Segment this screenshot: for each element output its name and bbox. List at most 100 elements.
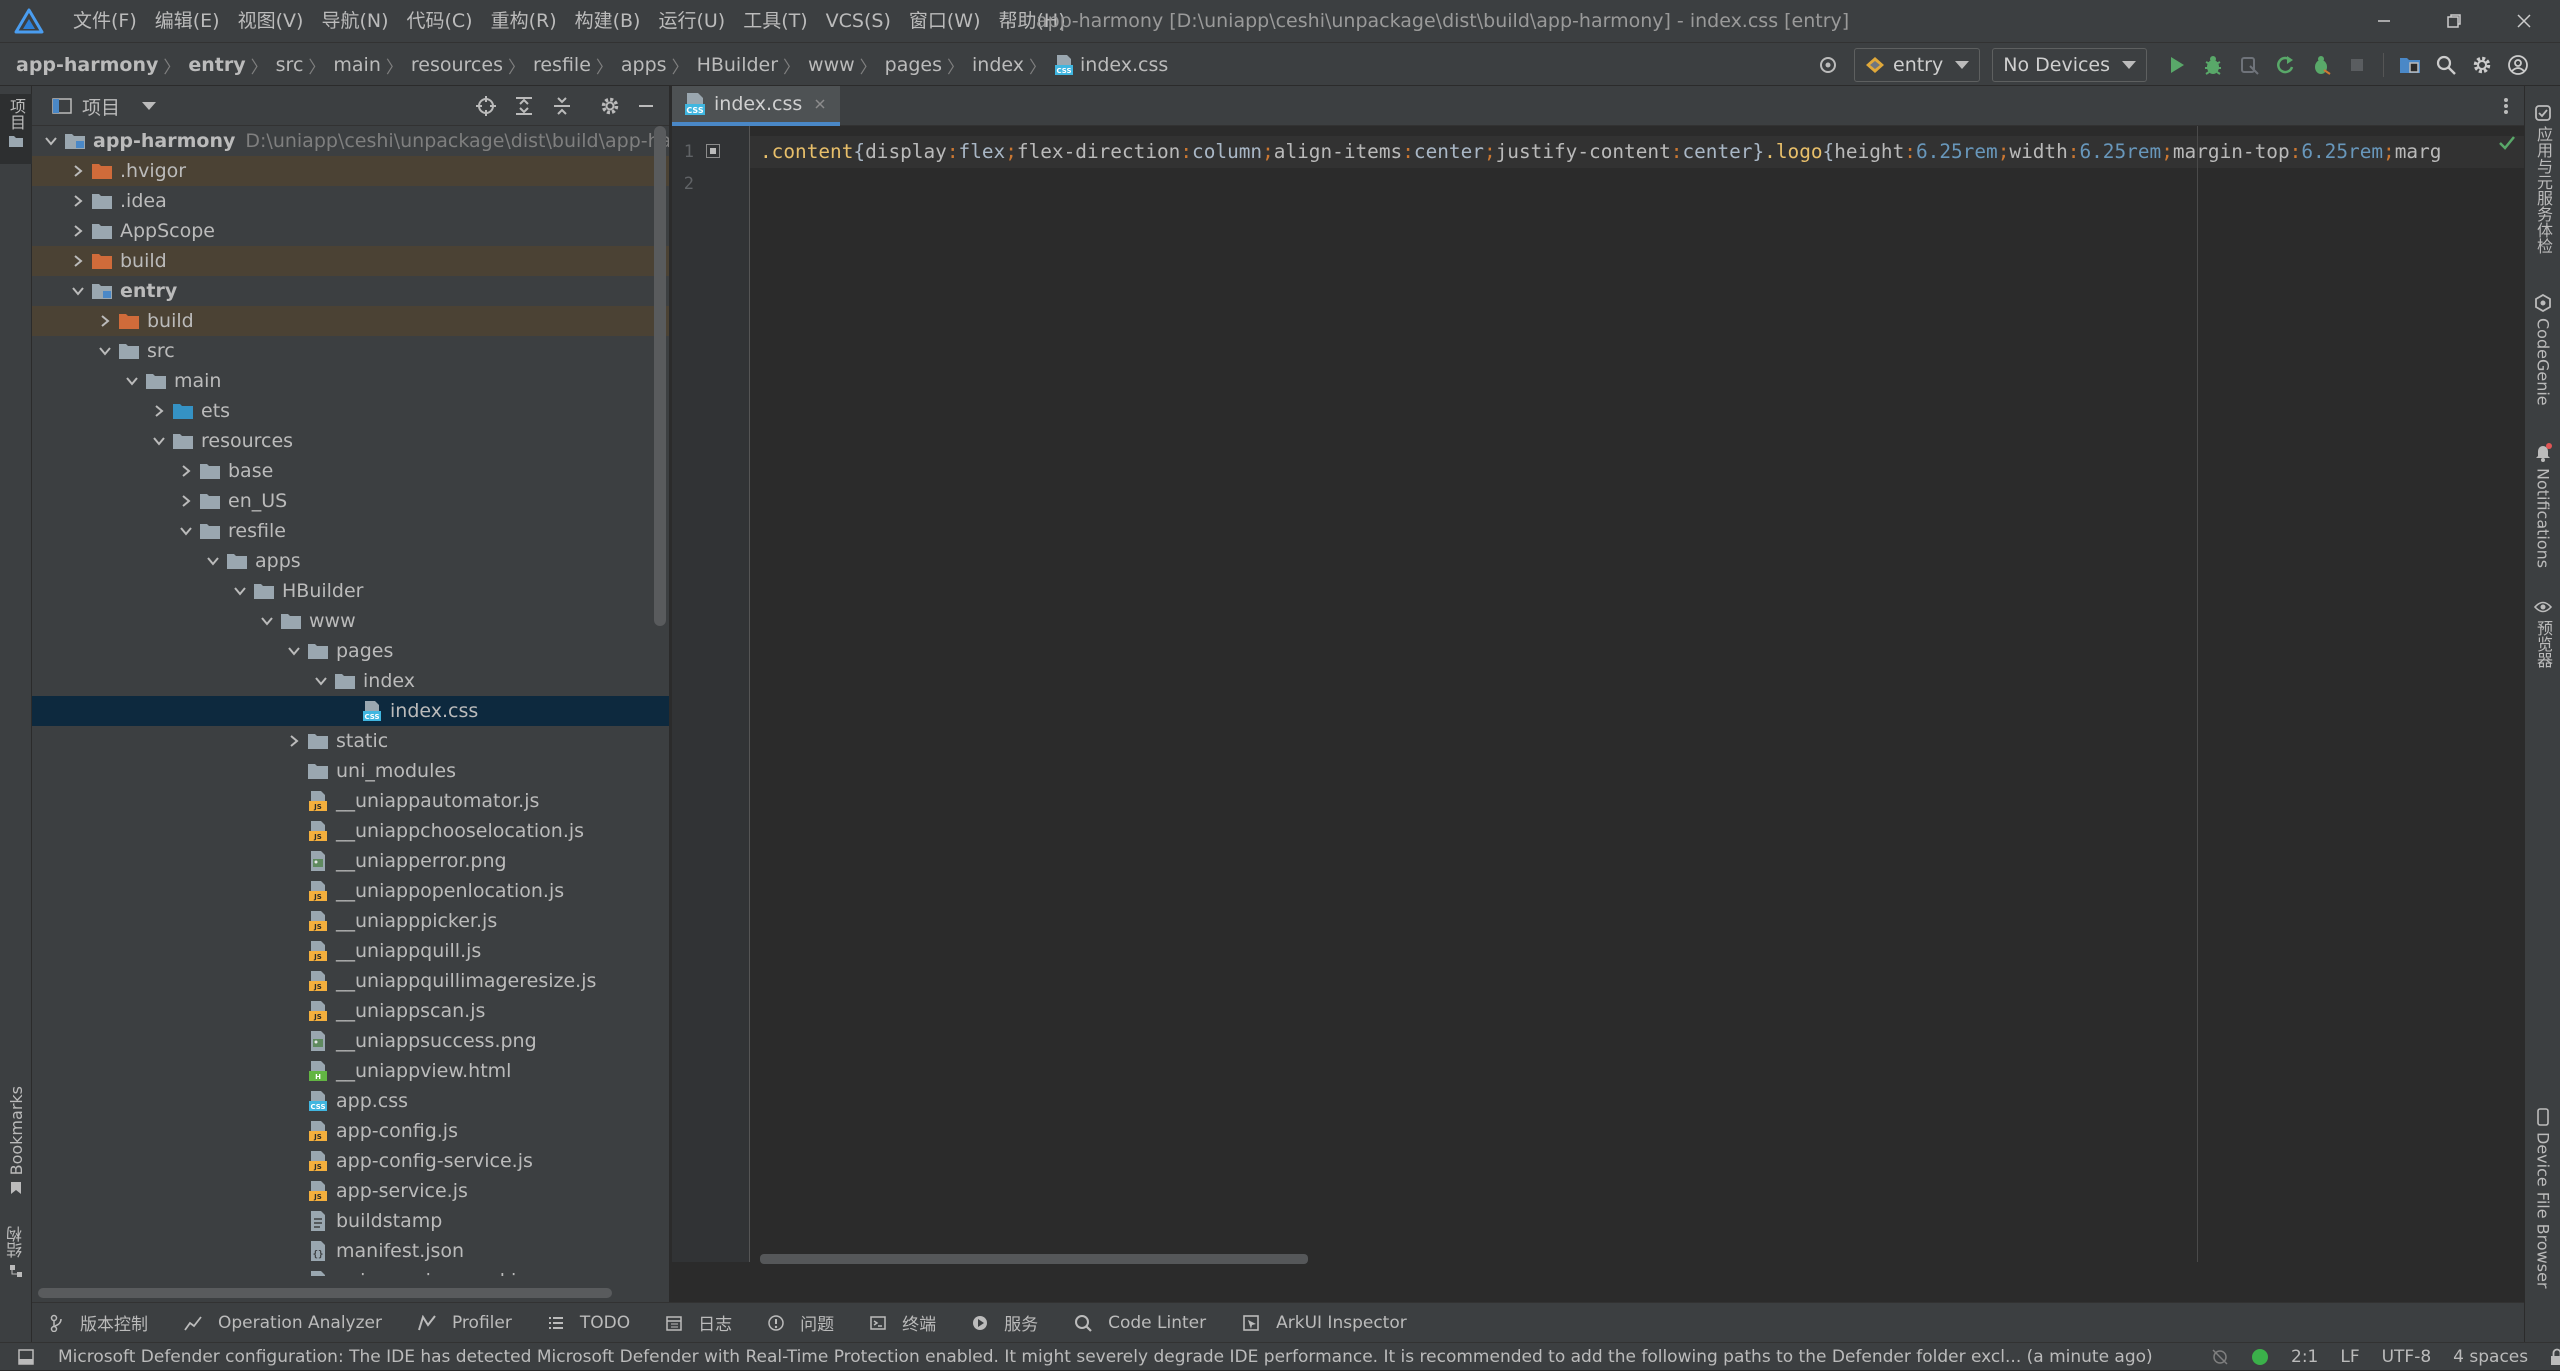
device-select[interactable]: No Devices: [1992, 48, 2148, 82]
inspections-off-icon[interactable]: [2211, 1348, 2229, 1366]
tool-window-button[interactable]: 服务: [972, 1310, 1038, 1335]
tree-file-row[interactable]: CSS index.css: [32, 696, 669, 726]
tree-file-row[interactable]: JS app-service.js: [32, 1176, 669, 1206]
tree-folder-row[interactable]: base: [32, 456, 669, 486]
tree-folder-row[interactable]: AppScope: [32, 216, 669, 246]
breadcrumb-item[interactable]: HBuilder: [697, 54, 778, 76]
panel-settings-icon[interactable]: [592, 88, 628, 124]
tree-file-row[interactable]: JS __uniappquill.js: [32, 936, 669, 966]
tool-window-button[interactable]: 版本控制: [50, 1310, 148, 1335]
tree-folder-row[interactable]: apps: [32, 546, 669, 576]
menu-item[interactable]: 工具(T): [734, 0, 816, 42]
breadcrumb-item[interactable]: CSS index.css: [1054, 54, 1168, 76]
structure-tool-button[interactable]: 结构: [0, 1226, 32, 1296]
search-icon[interactable]: [2428, 47, 2464, 83]
tree-folder-row[interactable]: resources: [32, 426, 669, 456]
tree-file-row[interactable]: JS __uniappquillimageresize.js: [32, 966, 669, 996]
tool-window-button[interactable]: 日志: [666, 1310, 732, 1335]
app-logo-icon[interactable]: [14, 8, 44, 34]
tree-folder-row[interactable]: resfile: [32, 516, 669, 546]
chevron-down-icon[interactable]: [229, 576, 251, 606]
tree-file-row[interactable]: __uniappsuccess.png: [32, 1026, 669, 1056]
menu-item[interactable]: 导航(N): [312, 0, 397, 42]
chevron-down-icon[interactable]: [94, 336, 116, 366]
tree-folder-row[interactable]: .hvigor: [32, 156, 669, 186]
tree-folder-row[interactable]: .idea: [32, 186, 669, 216]
breadcrumb-item[interactable]: resources: [411, 54, 503, 76]
no-problems-check-icon[interactable]: [2498, 134, 2516, 152]
chevron-right-icon[interactable]: [175, 486, 197, 516]
editor-horizontal-scrollbar[interactable]: [760, 1254, 1308, 1264]
run-config-select[interactable]: entry: [1854, 48, 1981, 82]
chevron-down-icon[interactable]: [121, 366, 143, 396]
indent-setting[interactable]: 4 spaces: [2453, 1347, 2528, 1367]
tree-file-row[interactable]: __uniapperror.png: [32, 846, 669, 876]
attach-icon[interactable]: [2231, 47, 2267, 83]
line-separator[interactable]: LF: [2340, 1347, 2359, 1367]
fold-marker-icon[interactable]: [706, 144, 720, 158]
status-indicator-icon[interactable]: [2251, 1348, 2269, 1366]
tree-file-row[interactable]: H __uniappview.html: [32, 1056, 669, 1086]
code-line[interactable]: .content{display:flex;flex-direction:col…: [760, 136, 2441, 168]
chevron-right-icon[interactable]: [94, 306, 116, 336]
tree-folder-row[interactable]: pages: [32, 636, 669, 666]
chevron-down-icon[interactable]: [256, 606, 278, 636]
tree-file-row[interactable]: {} manifest.json: [32, 1236, 669, 1266]
project-view-select[interactable]: 项目: [52, 86, 157, 126]
chevron-down-icon[interactable]: [283, 636, 305, 666]
chevron-right-icon[interactable]: [148, 396, 170, 426]
tree-horizontal-scrollbar[interactable]: [38, 1288, 612, 1298]
tool-window-button[interactable]: Code Linter: [1074, 1313, 1206, 1333]
breadcrumb-item[interactable]: resfile: [533, 54, 591, 76]
tree-file-row[interactable]: JS app-config.js: [32, 1116, 669, 1146]
tree-folder-row[interactable]: www: [32, 606, 669, 636]
chevron-down-icon[interactable]: [67, 276, 89, 306]
menu-item[interactable]: 编辑(E): [146, 0, 229, 42]
menu-item[interactable]: 窗口(W): [900, 0, 990, 42]
tree-file-row[interactable]: JS __uniappscan.js: [32, 996, 669, 1026]
breadcrumb-item[interactable]: src: [276, 54, 304, 76]
tool-window-button[interactable]: Profiler: [418, 1313, 512, 1333]
tree-file-row[interactable]: buildstamp: [32, 1206, 669, 1236]
toggle-tool-windows-icon[interactable]: [18, 1349, 34, 1365]
menu-item[interactable]: 代码(C): [397, 0, 481, 42]
collapse-all-icon[interactable]: [544, 88, 580, 124]
chevron-down-icon[interactable]: [202, 546, 224, 576]
breadcrumb-item[interactable]: pages: [885, 54, 942, 76]
codegenie-tool-button[interactable]: CodeGenie: [2525, 294, 2560, 406]
tree-file-row[interactable]: JS uni-app-view.umd.js: [32, 1266, 669, 1276]
close-window-button[interactable]: [2489, 0, 2559, 42]
menu-item[interactable]: 重构(R): [482, 0, 566, 42]
breadcrumb-item[interactable]: main: [333, 54, 380, 76]
chevron-down-icon[interactable]: [40, 126, 62, 156]
device-file-browser-tool-button[interactable]: Device File Browser: [2525, 1108, 2560, 1289]
tree-folder-row[interactable]: uni_modules: [32, 756, 669, 786]
chevron-down-icon[interactable]: [148, 426, 170, 456]
menu-item[interactable]: VCS(S): [817, 0, 900, 42]
notifications-tool-button[interactable]: Notifications: [2525, 442, 2560, 568]
breadcrumb-item[interactable]: entry: [188, 54, 245, 76]
breadcrumb-item[interactable]: apps: [621, 54, 667, 76]
minimize-button[interactable]: [2349, 0, 2419, 42]
lock-icon[interactable]: [2550, 1348, 2560, 1366]
previewer-tool-button[interactable]: 预览器: [2525, 600, 2560, 668]
tab-index-css[interactable]: CSS index.css: [672, 86, 841, 126]
tree-folder-row[interactable]: build: [32, 246, 669, 276]
tree-folder-row[interactable]: entry: [32, 276, 669, 306]
breadcrumb-item[interactable]: www: [808, 54, 855, 76]
device-manager-icon[interactable]: [2392, 47, 2428, 83]
file-encoding[interactable]: UTF-8: [2382, 1347, 2432, 1367]
chevron-down-icon[interactable]: [175, 516, 197, 546]
settings-icon[interactable]: [2464, 47, 2500, 83]
menu-item[interactable]: 运行(U): [649, 0, 734, 42]
tree-file-row[interactable]: JS app-config-service.js: [32, 1146, 669, 1176]
profile-icon[interactable]: [2303, 47, 2339, 83]
breadcrumb-item[interactable]: app-harmony: [16, 54, 158, 76]
tool-window-button[interactable]: ArkUI Inspector: [1242, 1313, 1407, 1333]
code-editor[interactable]: .content{display:flex;flex-direction:col…: [760, 126, 2510, 1226]
tree-file-row[interactable]: CSS app.css: [32, 1086, 669, 1116]
app-check-tool-button[interactable]: 应用与元服务体检: [2525, 104, 2560, 254]
expand-all-icon[interactable]: [506, 88, 542, 124]
tree-folder-row[interactable]: src: [32, 336, 669, 366]
tool-window-button[interactable]: 问题: [768, 1310, 834, 1335]
